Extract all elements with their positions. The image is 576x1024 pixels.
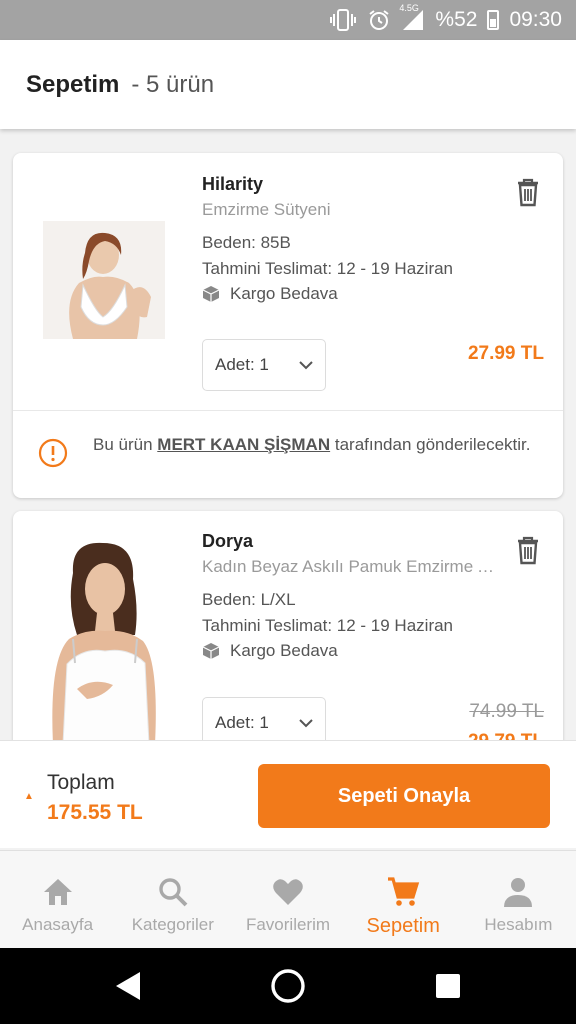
seller-message: Bu ürün MERT KAAN ŞİŞMAN tarafından gönd… [93,433,533,456]
product-size: Beden: L/XL [202,590,296,609]
nav-item-account[interactable]: Hesabım [461,851,576,948]
vibrate-icon [329,9,357,31]
nav-item-home[interactable]: Anasayfa [0,851,115,948]
cart-item: Hilarity Emzirme Sütyeni Beden: 85B Tahm… [13,153,563,498]
delete-icon[interactable] [515,535,541,565]
search-icon [159,878,188,907]
total-label: Toplam [47,771,115,794]
page-header: Sepetim - 5 ürün [0,40,576,129]
status-bar: 4.5G %52 09:30 [0,0,576,40]
total-amount: 175.55 TL [47,801,143,824]
alarm-icon [367,8,391,32]
page-title: Sepetim [26,70,120,98]
nav-item-cart[interactable]: Sepetim [346,851,461,948]
back-icon[interactable] [110,968,146,1004]
item-count: - 5 ürün [131,70,215,98]
product-name[interactable]: Emzirme Sütyeni [202,200,502,220]
info-icon [38,438,68,468]
nav-item-categories[interactable]: Kategoriler [115,851,230,948]
expand-up-icon[interactable]: ▲ [24,791,34,802]
chevron-down-icon [299,360,313,369]
product-price: 29.79 TL [468,731,544,740]
quantity-value: Adet: 1 [215,355,269,374]
bottom-nav: Anasayfa Kategoriler Favorilerim Sepetim… [0,850,576,948]
home-icon [43,879,72,905]
product-brand[interactable]: Hilarity [202,174,263,195]
nav-label: Favorilerim [245,915,331,934]
quantity-value: Adet: 1 [215,713,269,732]
original-price: 74.99 TL [469,701,544,722]
clock: 09:30 [509,8,562,31]
product-brand[interactable]: Dorya [202,531,253,552]
network-type: 4.5G [399,3,419,13]
product-size: Beden: 85B [202,233,291,252]
product-image[interactable] [43,539,165,740]
package-icon [202,286,220,302]
delete-icon[interactable] [515,177,541,207]
battery-percent: %52 [435,8,478,31]
quantity-select[interactable]: Adet: 1 [202,697,326,740]
delivery-estimate: Tahmini Teslimat: 12 - 19 Haziran [202,616,454,635]
battery-icon [487,10,500,30]
nav-label: Hesabım [484,915,553,934]
cart-list[interactable]: Hilarity Emzirme Sütyeni Beden: 85B Tahm… [0,129,576,740]
confirm-cart-button[interactable]: Sepeti Onayla [258,764,550,828]
cart-item: Dorya Kadın Beyaz Askılı Pamuk Emzirme A… [13,511,563,740]
package-icon [202,643,220,659]
system-nav-bar [0,948,576,1024]
heart-icon [273,879,303,905]
shipping-label: Kargo Bedava [230,284,338,303]
checkout-bar: ▲ Toplam 175.55 TL Sepeti Onayla [0,740,576,848]
shipping-label: Kargo Bedava [230,641,338,660]
seller-prefix: Bu ürün [93,435,153,454]
recents-icon[interactable] [430,968,466,1004]
product-image[interactable] [43,221,165,339]
free-shipping: Kargo Bedava [202,641,338,661]
nav-label: Kategoriler [131,915,214,934]
cart-icon [388,877,420,906]
chevron-down-icon [299,718,313,727]
seller-suffix: tarafından gönderilecektir. [334,435,531,454]
nav-label: Sepetim [366,915,440,937]
nav-item-favorites[interactable]: Favorilerim [230,851,345,948]
home-button-icon[interactable] [270,968,306,1004]
product-name[interactable]: Kadın Beyaz Askılı Pamuk Emzirme Atleti [202,557,502,577]
quantity-select[interactable]: Adet: 1 [202,339,326,391]
seller-info: Bu ürün MERT KAAN ŞİŞMAN tarafından gönd… [13,410,563,498]
seller-link[interactable]: MERT KAAN ŞİŞMAN [157,435,330,454]
signal-icon: 4.5G [399,3,425,31]
nav-label: Anasayfa [22,915,94,934]
product-price: 27.99 TL [467,343,544,364]
delivery-estimate: Tahmini Teslimat: 12 - 19 Haziran [202,259,454,278]
free-shipping: Kargo Bedava [202,284,338,304]
person-icon [504,878,533,907]
